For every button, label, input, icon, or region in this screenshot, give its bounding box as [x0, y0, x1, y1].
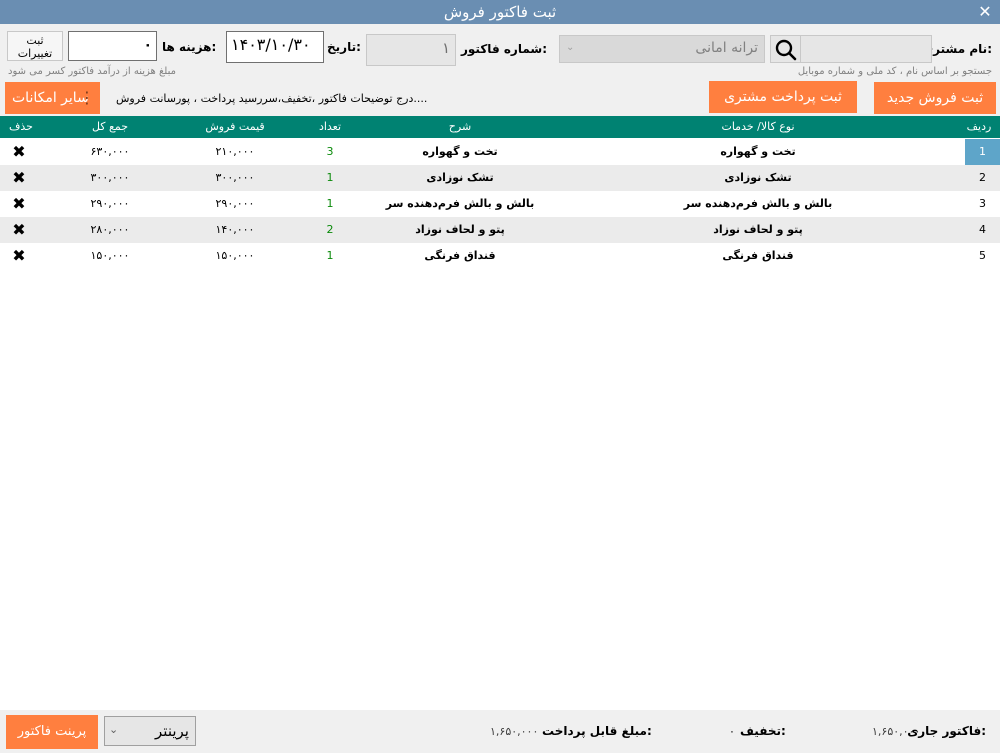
- row-number: 3: [979, 197, 986, 210]
- save-changes-button[interactable]: ثبت تغییرات: [7, 31, 63, 61]
- more-options-button[interactable]: سایر امکانات ⋮: [5, 82, 100, 114]
- save-changes-line1: ثبت: [26, 34, 44, 47]
- row-description[interactable]: قنداق فرنگی: [360, 243, 560, 269]
- row-description[interactable]: تشک نوزادی: [360, 165, 560, 191]
- invoice-number-field: ۱: [366, 34, 456, 66]
- customer-label: نام مشتری:: [922, 42, 992, 56]
- search-icon: [775, 39, 797, 61]
- row-price[interactable]: ۲۱۰,۰۰۰: [170, 139, 300, 165]
- invoice-number-value: ۱: [441, 39, 450, 57]
- row-description[interactable]: بالش و بالش فرم‌دهنده سر: [360, 191, 560, 217]
- row-description[interactable]: تخت و گهواره: [360, 139, 560, 165]
- window-title: ثبت فاکتور فروش: [443, 3, 557, 21]
- row-quantity[interactable]: 1: [300, 243, 360, 269]
- new-sale-button[interactable]: ثبت فروش جدید: [874, 82, 996, 114]
- table-row[interactable]: 5 قنداق فرنگی قنداق فرنگی 1 ۱۵۰,۰۰۰ ۱۵۰,…: [0, 243, 1000, 269]
- printer-select[interactable]: پرینتر ⌄: [104, 716, 196, 746]
- row-price[interactable]: ۲۹۰,۰۰۰: [170, 191, 300, 217]
- table-header: ردیف نوع کالا/ خدمات شرح تعداد قیمت فروش…: [0, 116, 1000, 138]
- printer-value: پرینتر: [155, 722, 189, 740]
- row-product[interactable]: تشک نوزادی: [560, 165, 956, 191]
- discount-value: ۰: [729, 725, 735, 738]
- close-icon[interactable]: ✕: [976, 0, 994, 24]
- customer-select[interactable]: ترانه امانی ⌄: [559, 35, 765, 63]
- row-total: ۶۳۰,۰۰۰: [90, 145, 130, 158]
- row-total: ۳۰۰,۰۰۰: [90, 171, 130, 184]
- print-invoice-button[interactable]: پرینت فاکتور: [6, 715, 98, 749]
- row-description[interactable]: پتو و لحاف نوزاد: [360, 217, 560, 243]
- save-changes-line2: تغییرات: [17, 47, 53, 60]
- row-price[interactable]: ۳۰۰,۰۰۰: [170, 165, 300, 191]
- window-titlebar: ثبت فاکتور فروش ✕: [0, 0, 1000, 24]
- vertical-dots-icon: ⋮: [79, 88, 95, 107]
- delete-x-icon[interactable]: ✖: [0, 139, 38, 165]
- more-options-label: سایر امکانات: [12, 90, 89, 106]
- table-row[interactable]: 4 پتو و لحاف نوزاد پتو و لحاف نوزاد 2 ۱۴…: [0, 217, 1000, 243]
- row-number: 2: [979, 171, 986, 184]
- row-total: ۱۵۰,۰۰۰: [90, 249, 130, 262]
- chevron-down-icon: ⌄: [109, 723, 119, 736]
- invoice-footer: فاکتور جاری: ۱,۶۵۰,۰۰۰ تخفیف: ۰ مبلغ قاب…: [0, 710, 1000, 753]
- row-product[interactable]: پتو و لحاف نوزاد: [560, 217, 956, 243]
- invoice-number-label: شماره فاکتور:: [461, 42, 548, 56]
- col-product: نوع کالا/ خدمات: [721, 120, 795, 133]
- payable-value: ۱,۶۵۰,۰۰۰: [490, 725, 539, 738]
- row-number: 1: [965, 139, 1000, 165]
- cost-label: هزینه ها:: [162, 40, 217, 54]
- row-product[interactable]: بالش و بالش فرم‌دهنده سر: [560, 191, 956, 217]
- current-invoice-value: ۱,۶۵۰,۰۰۰: [872, 725, 921, 738]
- search-button[interactable]: [770, 35, 800, 63]
- chevron-down-icon: ⌄: [566, 42, 575, 53]
- payable-label: مبلغ قابل پرداخت:: [542, 724, 652, 738]
- cost-value: ۰: [143, 37, 152, 53]
- delete-x-icon[interactable]: ✖: [0, 217, 38, 243]
- table-row[interactable]: 2 تشک نوزادی تشک نوزادی 1 ۳۰۰,۰۰۰ ۳۰۰,۰۰…: [0, 165, 1000, 191]
- delete-x-icon[interactable]: ✖: [0, 165, 38, 191]
- row-product[interactable]: قنداق فرنگی: [560, 243, 956, 269]
- invoice-notes-link[interactable]: درج توضیحات فاکتور ،تخفیف،سررسید پرداخت …: [116, 92, 427, 105]
- row-price[interactable]: ۱۴۰,۰۰۰: [170, 217, 300, 243]
- row-quantity[interactable]: 2: [300, 217, 360, 243]
- row-total: ۲۸۰,۰۰۰: [90, 223, 130, 236]
- row-product[interactable]: تخت و گهواره: [560, 139, 956, 165]
- col-total: جمع کل: [91, 120, 129, 133]
- col-quantity: تعداد: [318, 120, 342, 133]
- row-quantity[interactable]: 3: [300, 139, 360, 165]
- date-input[interactable]: ۱۴۰۳/۱۰/۳۰: [226, 31, 324, 63]
- row-quantity[interactable]: 1: [300, 191, 360, 217]
- delete-x-icon[interactable]: ✖: [0, 243, 38, 269]
- date-label: تاریخ:: [327, 40, 361, 54]
- col-price: قیمت فروش: [205, 120, 265, 133]
- row-total: ۲۹۰,۰۰۰: [90, 197, 130, 210]
- col-delete: حذف: [9, 120, 33, 133]
- table-row[interactable]: 1 تخت و گهواره تخت و گهواره 3 ۲۱۰,۰۰۰ ۶۳…: [0, 139, 1000, 165]
- row-price[interactable]: ۱۵۰,۰۰۰: [170, 243, 300, 269]
- discount-label: تخفیف:: [740, 724, 786, 738]
- date-value: ۱۴۰۳/۱۰/۳۰: [231, 35, 311, 54]
- row-quantity[interactable]: 1: [300, 165, 360, 191]
- cost-input[interactable]: ۰: [68, 31, 157, 61]
- row-number: 5: [979, 249, 986, 262]
- table-row[interactable]: 3 بالش و بالش فرم‌دهنده سر بالش و بالش ف…: [0, 191, 1000, 217]
- customer-search-hint: جستجو بر اساس نام ، کد ملی و شماره موبای…: [797, 66, 992, 77]
- invoice-items-table: ردیف نوع کالا/ خدمات شرح تعداد قیمت فروش…: [0, 116, 1000, 710]
- row-number: 4: [979, 223, 986, 236]
- cost-hint: مبلغ هزینه از درآمد فاکتور کسر می شود: [8, 66, 176, 77]
- customer-payment-button[interactable]: ثبت پرداخت مشتری: [709, 81, 857, 113]
- customer-selected-name: ترانه امانی: [695, 40, 758, 56]
- col-row: ردیف: [966, 120, 992, 133]
- col-description: شرح: [448, 120, 472, 133]
- customer-search-input[interactable]: [800, 35, 932, 63]
- delete-x-icon[interactable]: ✖: [0, 191, 38, 217]
